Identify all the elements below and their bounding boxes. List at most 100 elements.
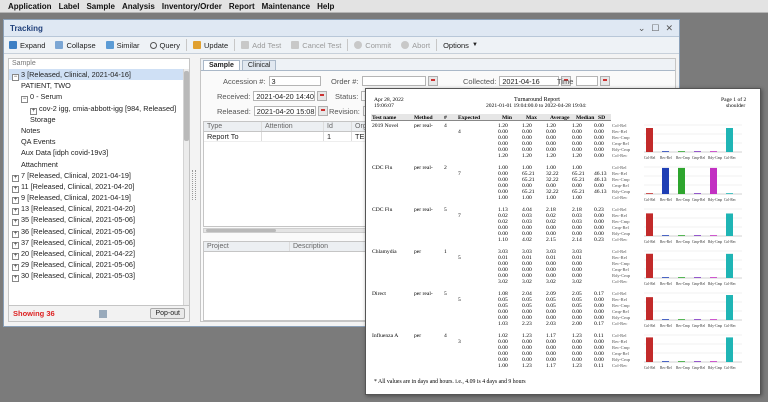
tree-node[interactable]: −3 [Released, Clinical, 2021-04-16] [9,69,189,81]
splitter-handle[interactable] [192,170,196,200]
tree-node[interactable]: +30 [Released, Clinical, 2021-05-03] [9,270,189,283]
tree-header: Sample [12,60,36,67]
tree-node[interactable]: Notes [9,125,189,136]
report-test-expected: 4 [458,129,461,135]
time-row: Time [557,76,611,86]
chart-bar [726,253,733,278]
abort-button[interactable]: Abort [401,41,430,50]
tree-node-label: Storage [30,114,56,124]
tree-node[interactable]: Storage [9,114,189,125]
report-test-method: per real- [414,123,433,129]
time-field[interactable] [576,76,599,86]
popout-button[interactable]: Pop-out [150,308,185,319]
tree-node[interactable]: +36 [Released, Clinical, 2021-05-06] [9,226,189,238]
report-test-name: CDC Flu [372,207,393,213]
menu-maintenance[interactable]: Maintenance [262,2,310,11]
chart-bar [726,193,733,194]
report-row-label: Col-Rec [612,363,628,368]
update-button[interactable]: Update [192,41,228,50]
commit-button[interactable]: Commit [354,41,391,50]
collapse-node-icon[interactable]: − [21,96,28,104]
toolbar-divider [234,39,236,51]
received-field[interactable]: 2021-04-20 14:40 [253,91,316,101]
search-icon [149,41,157,49]
chart-bar [710,319,717,320]
chart-bar [646,213,653,236]
tree-scrollbar[interactable] [183,69,189,305]
tree-node[interactable]: +29 [Released, Clinical, 2021-05-06] [9,259,189,272]
minimize-icon[interactable]: ⌄ [638,23,646,34]
calendar-icon[interactable] [317,106,328,116]
collapse-node-icon[interactable]: − [12,74,19,81]
tree-node[interactable]: +37 [Released, Clinical, 2021-05-06] [9,237,189,249]
released-field[interactable]: 2021-04-20 15:08 [253,106,316,116]
tree-node[interactable]: Aux Data [idph covid-19v3] [9,147,189,158]
calendar-icon[interactable] [427,76,438,86]
chart-bar [710,167,717,194]
tree-node[interactable]: +13 [Released, Clinical, 2021-04-20] [9,203,189,216]
tree-scroll-thumb[interactable] [184,71,189,141]
tree-node[interactable]: +35 [Released, Clinical, 2021-05-06] [9,214,189,227]
tree-node-label: 36 [Released, Clinical, 2021-05-06] [21,226,135,236]
calendar-icon[interactable] [317,91,328,101]
cancel-test-button[interactable]: Cancel Test [291,41,341,50]
tree-node[interactable]: Attachment [9,159,189,170]
report-cell: 0.23 [594,237,604,243]
collapse-button[interactable]: Collapse [55,41,96,50]
tree-node[interactable]: + cov-2 igg, cmia-abbott-igg [984, Releas… [9,103,189,115]
add-test-button[interactable]: Add Test [241,41,281,50]
chart-tick-label: Cmp-Rel [692,366,705,370]
report-user: shoulder [726,103,746,109]
options-menu[interactable]: Options ▼ [443,41,478,50]
report-cell: 1.20 [546,153,556,159]
menu-label[interactable]: Label [59,2,80,11]
report-cell: 1.17 [546,363,556,369]
tree-node[interactable]: −0 - Serum [9,91,189,104]
report-column-header: Max [526,115,537,121]
accession-field[interactable]: 3 [268,76,321,86]
report-test-expected: 5 [458,297,461,303]
report-column-header: Expected [458,115,481,121]
tab-clinical[interactable]: Clinical [241,60,277,70]
collected-field[interactable]: 2021-04-16 [499,76,560,86]
expand-node-icon[interactable]: + [12,275,19,283]
order-field[interactable] [361,76,426,86]
tree-node[interactable]: +7 [Released, Clinical, 2021-04-19] [9,170,189,182]
report-row-label: Col-Rec [612,195,628,200]
tab-sample[interactable]: Sample [203,60,240,70]
query-button[interactable]: Query [149,41,180,50]
maximize-icon[interactable]: ☐ [651,23,659,34]
tree-node[interactable]: +11 [Released, Clinical, 2021-04-20] [9,181,189,193]
menu-application[interactable]: Application [8,2,52,11]
chart-tick-label: Rdy-Cmp [708,198,722,202]
clock-icon[interactable] [600,76,611,86]
tree-node[interactable]: +20 [Released, Clinical, 2021-04-22] [9,248,189,260]
turnaround-bar-chart: Col-Rel Rec-Rel Rec-Cmp Cmp-Rel Rdy-Cmp Col-R… [644,124,742,160]
menu-report[interactable]: Report [229,2,255,11]
report-cell: 0.17 [594,321,604,327]
report-test-method: per [414,333,422,339]
menu-analysis[interactable]: Analysis [122,2,155,11]
report-range: 2021-01-01 19:04:00.0 to 2022-04-28 19:0… [486,103,587,109]
menu-help[interactable]: Help [317,2,334,11]
similar-button[interactable]: Similar [105,41,140,50]
menu-sample[interactable]: Sample [86,2,114,11]
close-icon[interactable]: ✕ [665,23,673,34]
tree-node[interactable]: PATIENT, TWO [9,80,189,91]
turnaround-bar-chart: Col-Rel Rec-Rel Rec-Cmp Cmp-Rel Rdy-Cmp Col-R… [644,208,742,244]
report-cell: 1.20 [572,153,582,159]
refresh-icon[interactable] [98,309,107,318]
report-test-name: 2019 Novel [372,123,399,129]
toolbar-divider [436,39,438,51]
report-cell: 3.02 [546,279,556,285]
grid-scroll-thumb[interactable] [206,229,276,232]
menu-inventory-order[interactable]: Inventory/Order [162,2,222,11]
order-row: Order #: [331,76,438,86]
received-row: Received: 2021-04-20 14:40 [217,91,328,101]
tree-node[interactable]: +9 [Released, Clinical, 2021-04-19] [9,192,189,205]
chart-tick-label: Col-Rec [724,324,736,328]
expand-button[interactable]: Expand [9,41,45,50]
tree-node[interactable]: QA Events [9,136,189,147]
window-title: Tracking [10,23,43,33]
chart-tick-label: Col-Rec [724,282,736,286]
